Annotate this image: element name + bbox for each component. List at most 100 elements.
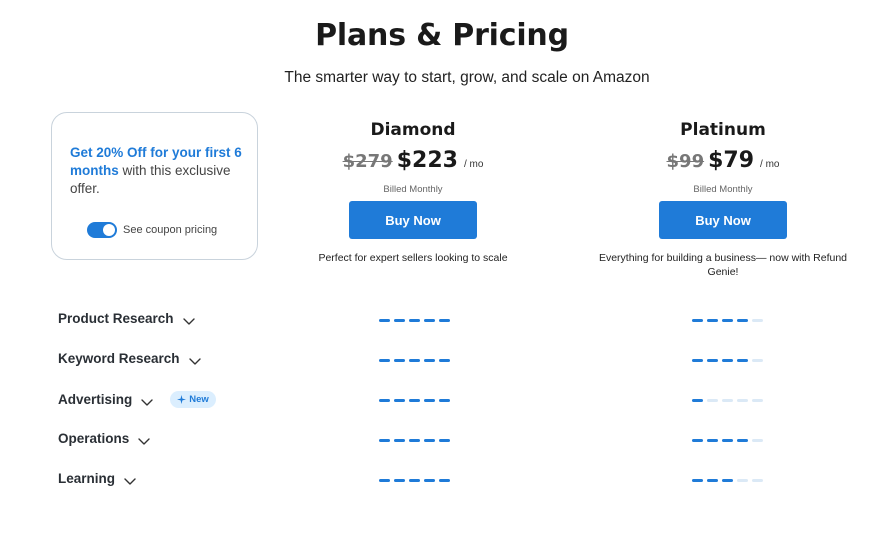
feature-row: Advertising New [0, 387, 884, 411]
rating-segment [752, 359, 763, 362]
rating-segment [737, 319, 748, 322]
coupon-label: See coupon pricing [123, 224, 218, 236]
rating-segment [409, 359, 420, 362]
rating-segment [424, 319, 435, 322]
rating-segment [737, 439, 748, 442]
feature-toggle[interactable]: Keyword Research [58, 351, 202, 366]
rating-segment [394, 439, 405, 442]
rating-segment [737, 479, 748, 482]
rating-bars-diamond [379, 479, 450, 482]
feature-row: Learning [0, 467, 884, 491]
rating-segment [692, 399, 703, 402]
rating-segment [692, 439, 703, 442]
feature-row: Keyword Research [0, 347, 884, 371]
toggle-knob [103, 224, 115, 236]
sparkle-icon [177, 395, 187, 404]
rating-segment [379, 479, 390, 482]
coupon-offer-card: Get 20% Off for your first 6 months with… [51, 112, 258, 260]
rating-segment [394, 399, 405, 402]
price-row: $279 $223 / mo [278, 148, 548, 176]
rating-bars-platinum [692, 359, 763, 362]
rating-segment [394, 359, 405, 362]
price-row: $99 $79 / mo [588, 148, 858, 176]
chevron-down-icon [123, 474, 137, 485]
rating-segment [722, 359, 733, 362]
feature-name: Advertising [58, 392, 133, 407]
plan-description: Everything for building a business— now … [598, 252, 848, 278]
rating-segment [737, 359, 748, 362]
coupon-pricing-toggle[interactable] [87, 222, 117, 238]
plan-diamond: Diamond $279 $223 / mo Billed Monthly Bu… [278, 120, 548, 265]
rating-segment [707, 359, 718, 362]
rating-segment [424, 359, 435, 362]
rating-segment [722, 479, 733, 482]
price-period: / mo [463, 159, 484, 170]
rating-segment [707, 439, 718, 442]
feature-name: Product Research [58, 311, 174, 326]
rating-segment [424, 399, 435, 402]
rating-bars-platinum [692, 399, 763, 402]
rating-segment [439, 479, 450, 482]
old-price: $279 [342, 151, 393, 172]
rating-segment [692, 359, 703, 362]
rating-segment [409, 439, 420, 442]
price-period: / mo [760, 159, 780, 170]
feature-name: Keyword Research [58, 351, 180, 366]
rating-bars-diamond [379, 439, 450, 442]
chevron-down-icon [140, 395, 154, 406]
new-badge: New [170, 391, 216, 408]
rating-segment [439, 439, 450, 442]
rating-segment [737, 399, 748, 402]
current-price: $79 [708, 148, 755, 173]
feature-row: Product Research [0, 307, 884, 331]
rating-segment [424, 439, 435, 442]
rating-segment [707, 399, 718, 402]
rating-bars-platinum [692, 439, 763, 442]
rating-segment [379, 319, 390, 322]
rating-segment [439, 319, 450, 322]
feature-name: Learning [58, 471, 116, 486]
plan-platinum: Platinum $99 $79 / mo Billed Monthly Buy… [588, 120, 858, 279]
plan-name: Platinum [680, 120, 766, 140]
buy-now-button-diamond[interactable]: Buy Now [349, 201, 477, 239]
rating-segment [722, 439, 733, 442]
buy-now-button-platinum[interactable]: Buy Now [659, 201, 787, 239]
old-price: $99 [666, 151, 705, 172]
rating-segment [752, 399, 763, 402]
page-subtitle: The smarter way to start, grow, and scal… [284, 69, 650, 86]
rating-segment [752, 319, 763, 322]
coupon-toggle-row[interactable]: See coupon pricing [87, 222, 217, 238]
billing-note: Billed Monthly [693, 184, 753, 195]
rating-segment [394, 479, 405, 482]
rating-segment [379, 359, 390, 362]
rating-bars-platinum [692, 319, 763, 322]
rating-segment [692, 319, 703, 322]
rating-bars-diamond [379, 359, 450, 362]
chevron-down-icon [182, 314, 196, 325]
rating-segment [379, 399, 390, 402]
rating-segment [707, 479, 718, 482]
billing-note: Billed Monthly [383, 184, 443, 195]
rating-segment [409, 479, 420, 482]
plan-name: Diamond [370, 120, 456, 140]
rating-segment [439, 399, 450, 402]
chevron-down-icon [188, 354, 202, 365]
feature-toggle[interactable]: Operations [58, 431, 151, 446]
page-title: Plans & Pricing [315, 18, 569, 53]
badge-label: New [189, 394, 209, 405]
chevron-down-icon [137, 434, 151, 445]
feature-toggle[interactable]: Advertising New [58, 391, 216, 408]
rating-segment [752, 439, 763, 442]
rating-segment [722, 319, 733, 322]
rating-segment [394, 319, 405, 322]
plan-description: Perfect for expert sellers looking to sc… [318, 252, 508, 264]
feature-name: Operations [58, 431, 130, 446]
rating-segment [692, 479, 703, 482]
feature-toggle[interactable]: Learning [58, 471, 137, 486]
rating-segment [379, 439, 390, 442]
feature-toggle[interactable]: Product Research [58, 311, 196, 326]
rating-bars-diamond [379, 399, 450, 402]
rating-bars-platinum [692, 479, 763, 482]
rating-bars-diamond [379, 319, 450, 322]
rating-segment [409, 399, 420, 402]
